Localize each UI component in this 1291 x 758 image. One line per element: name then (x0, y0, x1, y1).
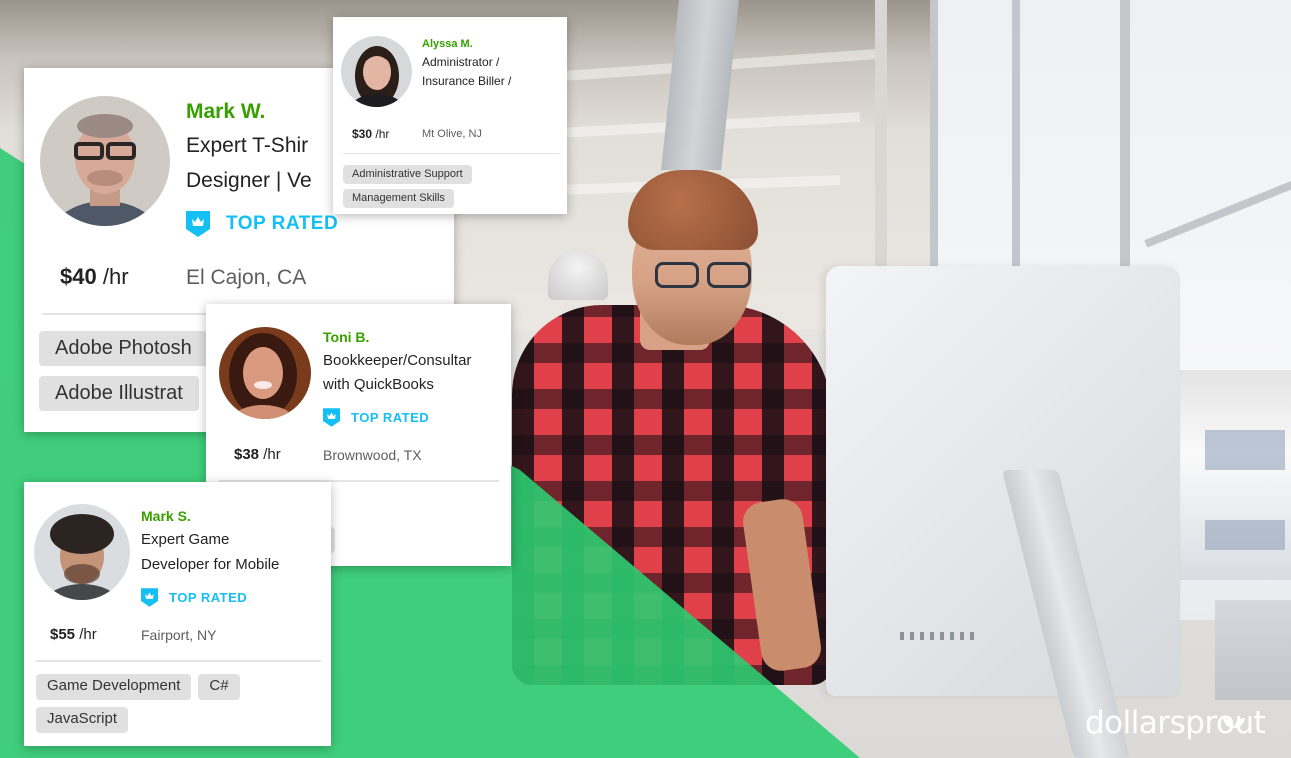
location: Brownwood, TX (323, 447, 422, 463)
freelancer-title-line: with QuickBooks (323, 376, 434, 393)
top-rated-badge: TOP RATED (141, 588, 247, 607)
skill-tag[interactable]: Game Development (36, 674, 192, 700)
pillar (875, 0, 887, 300)
freelancer-title-line: Administrator / (422, 55, 500, 69)
divider (36, 660, 321, 662)
top-rated-badge: TOP RATED (186, 211, 338, 237)
skill-tag[interactable]: Management Skills (343, 189, 454, 208)
freelancer-name[interactable]: Toni B. (323, 329, 369, 345)
freelancer-title-line: Expert Game (141, 531, 230, 548)
monitor-ports (900, 632, 980, 640)
skill-tag[interactable]: JavaScript (36, 707, 129, 733)
location: Fairport, NY (141, 627, 217, 643)
rate-suffix: /hr (375, 127, 390, 141)
hourly-rate: $40 /hr (60, 264, 129, 290)
freelancer-title-line: Insurance Biller / (422, 74, 512, 88)
rate-value: $30 (352, 127, 373, 141)
avatar (219, 327, 311, 419)
freelancer-title-line: Designer | Ve (186, 169, 312, 192)
desk-device (1215, 600, 1291, 700)
building-window (1205, 430, 1285, 470)
hourly-rate: $38 /hr (234, 446, 281, 463)
building-window (1205, 520, 1285, 550)
dollarsprout-logo[interactable]: dollarsprout (1085, 705, 1266, 741)
person-glasses (655, 262, 755, 290)
location: Mt Olive, NJ (422, 128, 482, 140)
top-rated-label: TOP RATED (169, 590, 248, 605)
skill-tags: Game Development C# JavaScript (36, 674, 326, 733)
crown-shield-icon (323, 408, 340, 427)
crown-shield-icon (186, 211, 210, 237)
rate-value: $55 (50, 626, 76, 643)
avatar (40, 96, 170, 226)
rate-suffix: /hr (79, 626, 97, 643)
freelancer-title-line: Expert T-Shir (186, 134, 309, 157)
freelancer-card[interactable]: Alyssa M. Administrator / Insurance Bill… (333, 17, 567, 214)
location: El Cajon, CA (186, 266, 307, 289)
crown-shield-icon (141, 588, 158, 607)
rate-value: $40 (60, 264, 97, 289)
top-rated-badge: TOP RATED (323, 408, 429, 427)
skill-tag[interactable]: Adobe Illustrat (39, 376, 199, 411)
freelancer-card[interactable]: Mark S. Expert Game Developer for Mobile… (24, 482, 331, 746)
skill-tag[interactable]: Adobe Photosh (39, 331, 208, 366)
freelancer-name[interactable]: Mark S. (141, 508, 191, 524)
hourly-rate: $30 /hr (352, 127, 389, 141)
skill-tag[interactable]: Administrative Support (343, 165, 472, 184)
rate-value: $38 (234, 446, 260, 463)
rate-suffix: /hr (263, 446, 281, 463)
freelancer-name[interactable]: Mark W. (186, 100, 265, 124)
freelancer-title-line: Bookkeeper/Consultar (323, 352, 472, 369)
avatar (34, 504, 130, 600)
freelancer-title-line: Developer for Mobile (141, 556, 280, 573)
divider (343, 153, 559, 154)
skill-tag[interactable]: C# (198, 674, 240, 700)
top-rated-label: TOP RATED (351, 410, 430, 425)
top-rated-label: TOP RATED (226, 213, 339, 234)
hourly-rate: $55 /hr (50, 626, 97, 643)
sprout-leaf-icon (1221, 701, 1247, 737)
skill-tags: Administrative Support Management Skills (343, 165, 563, 208)
freelancer-name[interactable]: Alyssa M. (422, 38, 473, 50)
computer-monitor (826, 266, 1180, 696)
avatar (341, 36, 412, 107)
rate-suffix: /hr (102, 264, 129, 289)
